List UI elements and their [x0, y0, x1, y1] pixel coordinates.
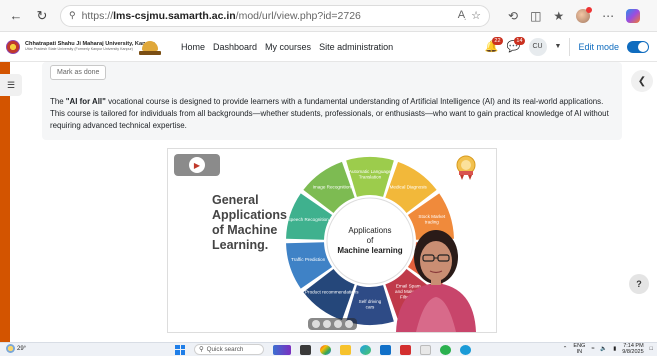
edge-icon[interactable] — [360, 344, 371, 355]
windows-taskbar: 29° ⚲ Quick search ⌃ ENG IN ≈ 🔈 ▮ 7:14 P… — [0, 342, 657, 356]
browser-app-icon[interactable] — [460, 344, 471, 355]
messages-badge: 14 — [514, 36, 525, 45]
more-menu-icon[interactable]: ⋯ — [602, 9, 614, 23]
university-building-icon — [139, 39, 161, 55]
divider — [569, 37, 571, 56]
favorites-icon[interactable]: ★ — [553, 9, 564, 23]
notifications-badge: 22 — [492, 36, 503, 45]
help-question-icon[interactable]: ? — [629, 274, 649, 294]
lock-icon: ⚲ — [69, 10, 76, 20]
zoom-icon[interactable] — [420, 344, 431, 355]
course-description: The "AI for All" vocational course is de… — [50, 97, 609, 130]
pause-icon[interactable] — [323, 320, 331, 328]
fullscreen-icon[interactable] — [345, 320, 353, 328]
notifications-bell-icon[interactable]: 🔔 22 — [485, 36, 503, 54]
mark-as-done-button[interactable]: Mark as done — [50, 65, 107, 80]
left-accent-rail — [0, 62, 10, 342]
wheel-segment-label: Image Recognition — [313, 184, 352, 189]
search-icon: ⚲ — [199, 346, 204, 353]
extensions-icon[interactable]: ⟲ — [508, 9, 518, 23]
refresh-icon[interactable]: ↻ — [34, 8, 50, 24]
url-text: https://lms-csjmu.samarth.ac.in/mod/url/… — [81, 9, 361, 22]
nav-home[interactable]: Home — [181, 42, 205, 52]
wifi-icon[interactable]: ≈ — [591, 346, 594, 352]
player-controls[interactable] — [308, 318, 357, 330]
pdf-reader-icon[interactable] — [400, 344, 411, 355]
outlook-icon[interactable] — [380, 344, 391, 355]
split-screen-icon[interactable]: ◫ — [530, 9, 541, 23]
nav-dashboard[interactable]: Dashboard — [213, 42, 257, 52]
whatsapp-icon[interactable] — [440, 344, 451, 355]
taskbar-search[interactable]: ⚲ Quick search — [194, 344, 264, 355]
video-heading: General Applications of Machine Learning… — [212, 193, 288, 252]
wheel-segment-label: Speech Recognition — [288, 217, 330, 222]
profile-avatar-icon[interactable] — [576, 6, 593, 23]
notifications-icon[interactable]: □ — [650, 346, 653, 352]
address-bar[interactable]: ⚲ https://lms-csjmu.samarth.ac.in/mod/ur… — [60, 4, 490, 27]
windows-start-icon[interactable] — [175, 344, 185, 355]
wheel-segment-label: Traffic Prediction — [291, 257, 326, 262]
weather-icon — [6, 344, 15, 353]
read-aloud-icon[interactable]: Aֽ — [458, 9, 465, 22]
video-player[interactable]: ▶ General Applications of Machine Learni… — [167, 148, 497, 333]
file-explorer-icon[interactable] — [340, 344, 351, 355]
wheel-segment-label: Product recommendations — [305, 290, 359, 295]
presenter-image — [396, 230, 476, 332]
primary-navigation: Home Dashboard My courses Site administr… — [181, 42, 393, 52]
volume-icon[interactable]: 🔈 — [600, 346, 607, 352]
copilot-icon[interactable] — [626, 8, 641, 23]
user-avatar[interactable]: CU — [528, 37, 547, 56]
nav-site-administration[interactable]: Site administration — [319, 42, 393, 52]
wheel-segment-label: Medical Diagnosis — [390, 184, 428, 189]
site-header: Chhatrapati Shahu Ji Maharaj University,… — [0, 32, 657, 62]
messages-icon[interactable]: 💬 14 — [507, 36, 525, 54]
edit-mode-label: Edit mode — [578, 41, 619, 52]
browser-toolbar: ← ↻ ⚲ https://lms-csjmu.samarth.ac.in/mo… — [0, 0, 657, 32]
play-icon: ▶ — [189, 157, 205, 173]
wheel-center-label: of — [367, 236, 374, 245]
favorite-star-icon[interactable]: ☆ — [471, 9, 481, 22]
edit-mode-toggle[interactable] — [627, 40, 649, 53]
settings-icon[interactable] — [334, 320, 342, 328]
show-hidden-icons-icon[interactable]: ⌃ — [563, 346, 568, 352]
system-clock[interactable]: 7:14 PM 9/8/2025 — [622, 343, 643, 355]
university-logo-icon[interactable] — [6, 39, 20, 54]
language-indicator[interactable]: ENG IN — [573, 343, 585, 355]
back-arrow-icon[interactable]: ← — [8, 8, 24, 24]
university-name[interactable]: Chhatrapati Shahu Ji Maharaj University,… — [25, 41, 155, 52]
task-view-icon[interactable] — [300, 344, 311, 355]
nav-my-courses[interactable]: My courses — [265, 42, 311, 52]
copilot-app-icon[interactable] — [273, 344, 291, 355]
block-drawer-chevron-icon[interactable]: ❮ — [631, 70, 653, 92]
rewind-icon[interactable] — [312, 320, 320, 328]
weather-widget[interactable]: 29° — [6, 344, 26, 353]
chevron-down-icon[interactable]: ▼ — [555, 43, 562, 50]
battery-icon[interactable]: ▮ — [613, 346, 616, 352]
course-index-toggle-icon[interactable]: ☰ — [0, 74, 22, 96]
play-button[interactable]: ▶ — [174, 154, 220, 176]
chrome-icon[interactable] — [320, 344, 331, 355]
